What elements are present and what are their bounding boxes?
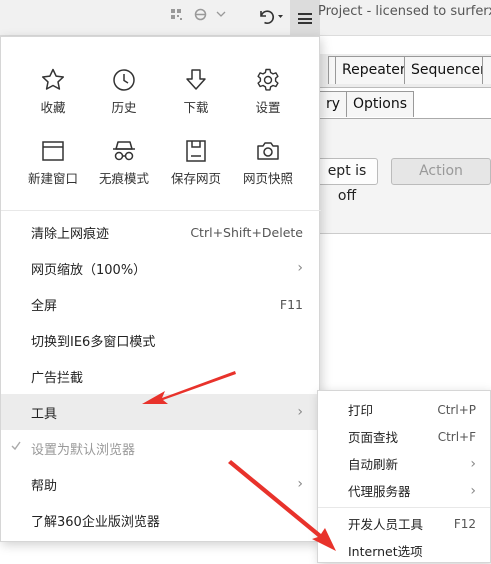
star-icon <box>41 68 65 90</box>
menu-item-help[interactable]: 帮助 › <box>1 466 321 502</box>
window-title: Project - licensed to surferx <box>318 4 491 19</box>
quick-action-new-window[interactable]: 新建窗口 <box>18 138 88 198</box>
menu-item-shortcut: Ctrl+Shift+Delete <box>190 224 303 240</box>
quick-actions-grid: 收藏 历史 下载 设置 新建窗口 无痕模式 保存网页 网页快照 <box>1 37 321 209</box>
quick-action-label: 新建窗口 <box>27 171 78 186</box>
submenu-item-print[interactable]: 打印 Ctrl+P <box>318 396 490 423</box>
submenu-item-shortcut: Ctrl+F <box>437 429 476 444</box>
menu-divider <box>1 210 321 211</box>
submenu-item-label: 打印 <box>348 403 374 418</box>
quick-action-snapshot[interactable]: 网页快照 <box>233 138 303 198</box>
submenu-item-shortcut: F12 <box>453 516 476 531</box>
chevron-down-icon[interactable] <box>216 8 226 23</box>
undo-icon[interactable] <box>257 7 283 29</box>
submenu-item-label: 开发人员工具 <box>348 517 424 532</box>
incognito-icon <box>113 141 135 161</box>
burp-tab-repeater[interactable]: Repeater <box>335 56 413 84</box>
submenu-item-label: 自动刷新 <box>348 457 399 472</box>
quick-action-history[interactable]: 历史 <box>89 67 159 127</box>
burp-tab-partial-right[interactable] <box>482 56 491 84</box>
quick-action-label: 保存网页 <box>170 171 221 186</box>
submenu-item-label: 页面查找 <box>348 430 399 445</box>
submenu-divider <box>318 507 490 508</box>
browser-titlebar: Project - licensed to surferx <box>0 0 491 36</box>
chevron-right-icon: › <box>470 482 476 499</box>
burp-subtab-options[interactable]: Options <box>346 91 415 117</box>
menu-item-label: 全屏 <box>31 298 58 314</box>
chevron-right-icon: › <box>470 455 476 472</box>
intercept-toggle-button[interactable]: ept is off <box>316 158 378 204</box>
check-icon <box>11 441 21 451</box>
quick-action-favorites[interactable]: 收藏 <box>18 67 88 127</box>
menu-item-set-default[interactable]: 设置为默认浏览器 <box>1 430 321 466</box>
quick-action-label: 下载 <box>183 100 209 115</box>
menu-item-shortcut: F11 <box>279 296 303 312</box>
submenu-item-find[interactable]: 页面查找 Ctrl+F <box>318 423 490 450</box>
camera-icon <box>257 142 279 160</box>
download-icon <box>186 69 206 90</box>
burp-subtab-history[interactable]: ry <box>320 91 348 117</box>
menu-item-about-enterprise[interactable]: 了解360企业版浏览器 <box>1 502 321 538</box>
burp-tab-sequencer[interactable]: Sequencer <box>404 56 491 84</box>
menu-item-ad-block[interactable]: 广告拦截 <box>1 358 321 394</box>
submenu-item-internet-options[interactable]: Internet选项 <box>318 537 490 564</box>
menu-item-label: 帮助 <box>31 478 58 494</box>
quick-action-incognito[interactable]: 无痕模式 <box>89 138 159 198</box>
quick-action-label: 收藏 <box>40 100 66 115</box>
menu-item-label: 切换到IE6多窗口模式 <box>31 334 156 350</box>
menu-item-zoom[interactable]: 网页缩放（100%） › <box>1 250 321 286</box>
chevron-right-icon: › <box>297 476 303 492</box>
clock-icon <box>113 69 135 91</box>
quick-action-label: 无痕模式 <box>98 171 149 186</box>
grid-icon[interactable] <box>171 9 183 25</box>
quick-action-label: 历史 <box>111 100 137 115</box>
menu-item-label: 清除上网痕迹 <box>31 226 110 242</box>
menu-item-label: 网页缩放（100%） <box>31 262 147 278</box>
quick-action-settings[interactable]: 设置 <box>233 67 303 127</box>
submenu-item-devtools[interactable]: 开发人员工具 F12 <box>318 510 490 537</box>
save-icon <box>186 140 206 162</box>
menu-item-tools[interactable]: 工具 › <box>1 394 321 430</box>
browser-main-menu: 收藏 历史 下载 设置 新建窗口 无痕模式 保存网页 网页快照 清除上网痕迹 C… <box>0 36 321 542</box>
gear-icon <box>257 68 279 91</box>
main-menu-button[interactable] <box>290 0 320 36</box>
submenu-item-shortcut: Ctrl+P <box>437 402 476 417</box>
hamburger-icon <box>298 12 312 24</box>
submenu-item-proxy[interactable]: 代理服务器 › <box>318 477 490 504</box>
menu-item-label: 广告拦截 <box>31 370 84 386</box>
chevron-right-icon: › <box>297 260 303 276</box>
menu-item-clear-history[interactable]: 清除上网痕迹 Ctrl+Shift+Delete <box>1 214 321 250</box>
action-button[interactable]: Action <box>391 158 491 185</box>
tools-submenu: 打印 Ctrl+P 页面查找 Ctrl+F 自动刷新 › 代理服务器 › 开发人… <box>317 390 491 563</box>
quick-action-download[interactable]: 下载 <box>161 67 231 127</box>
submenu-item-auto-refresh[interactable]: 自动刷新 › <box>318 450 490 477</box>
quick-action-save-page[interactable]: 保存网页 <box>161 138 231 198</box>
submenu-item-label: 代理服务器 <box>348 484 411 499</box>
quick-action-label: 设置 <box>255 100 281 115</box>
menu-item-ie6-mode[interactable]: 切换到IE6多窗口模式 <box>1 322 321 358</box>
menu-item-fullscreen[interactable]: 全屏 F11 <box>1 286 321 322</box>
chevron-right-icon: › <box>297 404 303 420</box>
menu-item-label: 了解360企业版浏览器 <box>31 514 160 530</box>
window-icon <box>42 141 64 161</box>
quick-action-label: 网页快照 <box>242 171 293 186</box>
menu-item-label: 工具 <box>31 406 58 422</box>
menu-item-label: 设置为默认浏览器 <box>31 442 136 458</box>
submenu-item-label: Internet选项 <box>348 544 423 559</box>
ie-icon[interactable] <box>193 7 208 26</box>
